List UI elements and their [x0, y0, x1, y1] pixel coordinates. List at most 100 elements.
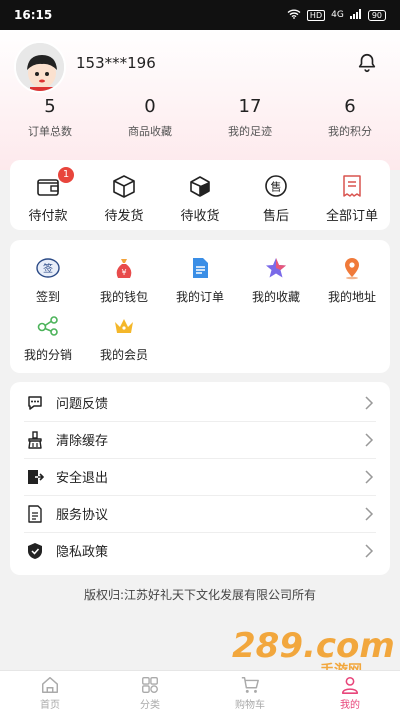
- stat-label: 订单总数: [28, 125, 72, 138]
- service-label: 我的分销: [23, 348, 72, 362]
- watermark-logo: 289.com: [232, 626, 395, 666]
- crown-icon: [115, 319, 133, 333]
- service-label: 我的地址: [327, 290, 376, 304]
- order-pending-shipment[interactable]: 待发货: [86, 160, 162, 230]
- wallet-icon: [37, 179, 59, 196]
- stat-value: 6: [344, 96, 356, 117]
- category-icon: [142, 677, 158, 693]
- menu-item-privacy[interactable]: 隐私政策: [10, 532, 390, 569]
- stat-points[interactable]: 6 我的积分: [300, 95, 400, 139]
- user-icon: [341, 676, 359, 694]
- home-icon: [42, 677, 58, 693]
- stat-favorites[interactable]: 0 商品收藏: [100, 95, 200, 139]
- service-address[interactable]: 我的地址: [314, 256, 390, 314]
- order-all[interactable]: 全部订单: [314, 160, 390, 230]
- service-orders[interactable]: 我的订单: [162, 256, 238, 314]
- services-card: 签 签到 ¥ 我的钱包 我的订单 我的收藏 我的地址 我的分销 我的会员: [10, 240, 390, 373]
- bottom-tab-bar: 首页 分类 购物车 我的: [0, 670, 400, 711]
- menu-label: 服务协议: [56, 508, 109, 523]
- shield-icon: [28, 542, 42, 559]
- avatar[interactable]: [14, 41, 66, 93]
- stat-value: 17: [238, 96, 262, 117]
- order-label: 待发货: [104, 209, 144, 224]
- chevron-right-icon: [365, 432, 374, 447]
- share-icon: [37, 316, 58, 336]
- settings-menu-card: 问题反馈 清除缓存 安全退出 服务协议 隐私政策: [10, 382, 390, 575]
- order-pending-payment[interactable]: 1 待付款: [10, 160, 86, 230]
- stat-orders[interactable]: 5 订单总数: [0, 95, 100, 139]
- tab-category[interactable]: 分类: [100, 671, 200, 711]
- star-icon: [266, 258, 286, 278]
- menu-item-feedback[interactable]: 问题反馈: [10, 384, 390, 421]
- tab-mine[interactable]: 我的: [300, 671, 400, 711]
- signal-icon: [349, 8, 362, 22]
- stat-footprints[interactable]: 17 我的足迹: [200, 95, 300, 139]
- service-label: 我的会员: [99, 348, 148, 362]
- menu-label: 安全退出: [56, 471, 109, 486]
- stat-label: 我的积分: [328, 125, 372, 138]
- box-icon: [113, 175, 135, 198]
- after-sale-icon: 售: [265, 175, 287, 197]
- menu-item-logout[interactable]: 安全退出: [10, 458, 390, 495]
- bell-icon[interactable]: [356, 52, 378, 74]
- tab-home[interactable]: 首页: [0, 671, 100, 711]
- order-label: 售后: [262, 209, 289, 224]
- location-icon: [345, 258, 359, 280]
- truck-icon: [190, 176, 210, 197]
- menu-item-clear-cache[interactable]: 清除缓存: [10, 421, 390, 458]
- copyright-text: 版权归:江苏好礼天下文化发展有限公司所有: [83, 588, 317, 602]
- tab-cart[interactable]: 购物车: [200, 671, 300, 711]
- brush-icon: [28, 430, 42, 449]
- money-bag-icon: ¥: [116, 259, 132, 278]
- service-label: 我的钱包: [99, 290, 148, 304]
- service-favorites[interactable]: 我的收藏: [238, 256, 314, 314]
- order-label: 全部订单: [325, 209, 378, 224]
- network-label: 4G: [331, 10, 344, 20]
- stat-value: 5: [44, 96, 56, 117]
- stats-row: 5 订单总数 0 商品收藏 17 我的足迹 6 我的积分: [0, 95, 400, 139]
- feedback-icon: [28, 395, 42, 410]
- stat-value: 0: [144, 96, 156, 117]
- menu-label: 问题反馈: [56, 397, 109, 412]
- order-label: 待收货: [180, 209, 220, 224]
- username[interactable]: 153***196: [76, 54, 156, 72]
- sign-in-icon: 签: [36, 258, 60, 278]
- tab-label: 首页: [40, 700, 60, 711]
- order-pending-receipt[interactable]: 待收货: [162, 160, 238, 230]
- cart-icon: [241, 677, 259, 693]
- svg-text:¥: ¥: [121, 268, 126, 277]
- order-badge: 1: [58, 167, 74, 183]
- tab-label: 购物车: [235, 700, 265, 711]
- status-time: 16:15: [14, 8, 53, 22]
- document-icon: [193, 258, 208, 278]
- service-label: 签到: [35, 290, 60, 304]
- logout-icon: [28, 469, 44, 484]
- orders-card: 1 待付款 待发货 待收货 售 售后 全部订单: [10, 160, 390, 230]
- service-sign-in[interactable]: 签 签到: [10, 256, 86, 314]
- svg-text:售: 售: [271, 180, 282, 194]
- battery-indicator: 90: [367, 9, 386, 21]
- stat-label: 我的足迹: [228, 125, 272, 138]
- service-label: 我的收藏: [251, 290, 300, 304]
- hd-indicator: HD: [306, 9, 326, 21]
- service-distribution[interactable]: 我的分销: [10, 314, 86, 372]
- service-label: 我的订单: [175, 290, 224, 304]
- stat-label: 商品收藏: [128, 125, 172, 138]
- order-after-sale[interactable]: 售 售后: [238, 160, 314, 230]
- service-membership[interactable]: 我的会员: [86, 314, 162, 372]
- menu-item-agreement[interactable]: 服务协议: [10, 495, 390, 532]
- chevron-right-icon: [365, 543, 374, 558]
- receipt-icon: [343, 175, 361, 197]
- tab-label: 分类: [140, 700, 160, 711]
- service-wallet[interactable]: ¥ 我的钱包: [86, 256, 162, 314]
- order-label: 待付款: [28, 209, 68, 224]
- tab-label: 我的: [340, 700, 360, 711]
- menu-label: 清除缓存: [56, 434, 109, 449]
- chevron-right-icon: [365, 506, 374, 521]
- status-bar: 16:15 HD 4G 90: [0, 0, 400, 30]
- chevron-right-icon: [365, 395, 374, 410]
- status-icons: HD 4G 90: [287, 8, 386, 22]
- sign-glyph: 签: [43, 262, 53, 275]
- chevron-right-icon: [365, 469, 374, 484]
- agreement-icon: [28, 504, 42, 523]
